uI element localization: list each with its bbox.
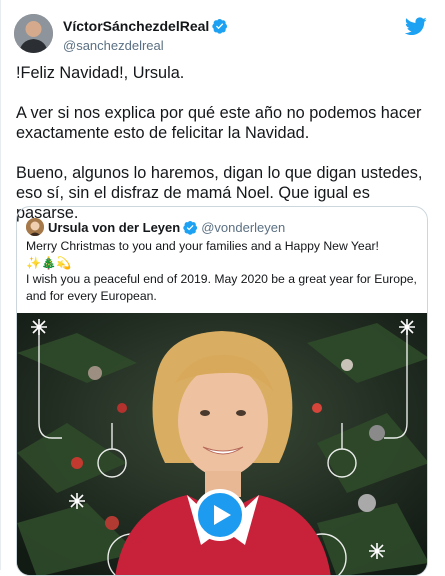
verified-badge-icon <box>183 220 198 238</box>
author-handle[interactable]: @sanchezdelreal <box>63 38 164 53</box>
play-icon <box>214 505 231 525</box>
quoted-author-avatar[interactable] <box>26 218 44 236</box>
verified-badge-icon <box>212 18 228 37</box>
video-thumbnail[interactable] <box>17 313 427 575</box>
twitter-bird-icon[interactable] <box>404 17 427 41</box>
quoted-tweet-text: Merry Christmas to you and your families… <box>26 239 417 303</box>
tweet-paragraph: !Feliz Navidad!, Ursula. <box>16 64 185 82</box>
quoted-tweet-header: Ursula von der Leyen @vonderleyen <box>26 218 285 238</box>
quoted-author-handle[interactable]: @vonderleyen <box>201 220 285 235</box>
tweet-card: VíctorSánchezdelReal @sanchezdelreal !Fe… <box>0 0 445 576</box>
play-button[interactable] <box>194 489 246 541</box>
quoted-tweet[interactable]: Ursula von der Leyen @vonderleyen Merry C… <box>16 206 428 576</box>
quoted-author-name[interactable]: Ursula von der Leyen <box>48 220 180 235</box>
author-name-text[interactable]: VíctorSánchezdelReal <box>63 18 209 34</box>
author-name[interactable]: VíctorSánchezdelReal <box>63 18 228 37</box>
tweet-paragraph: A ver si nos explica por qué este año no… <box>16 104 422 142</box>
author-avatar[interactable] <box>14 14 53 53</box>
